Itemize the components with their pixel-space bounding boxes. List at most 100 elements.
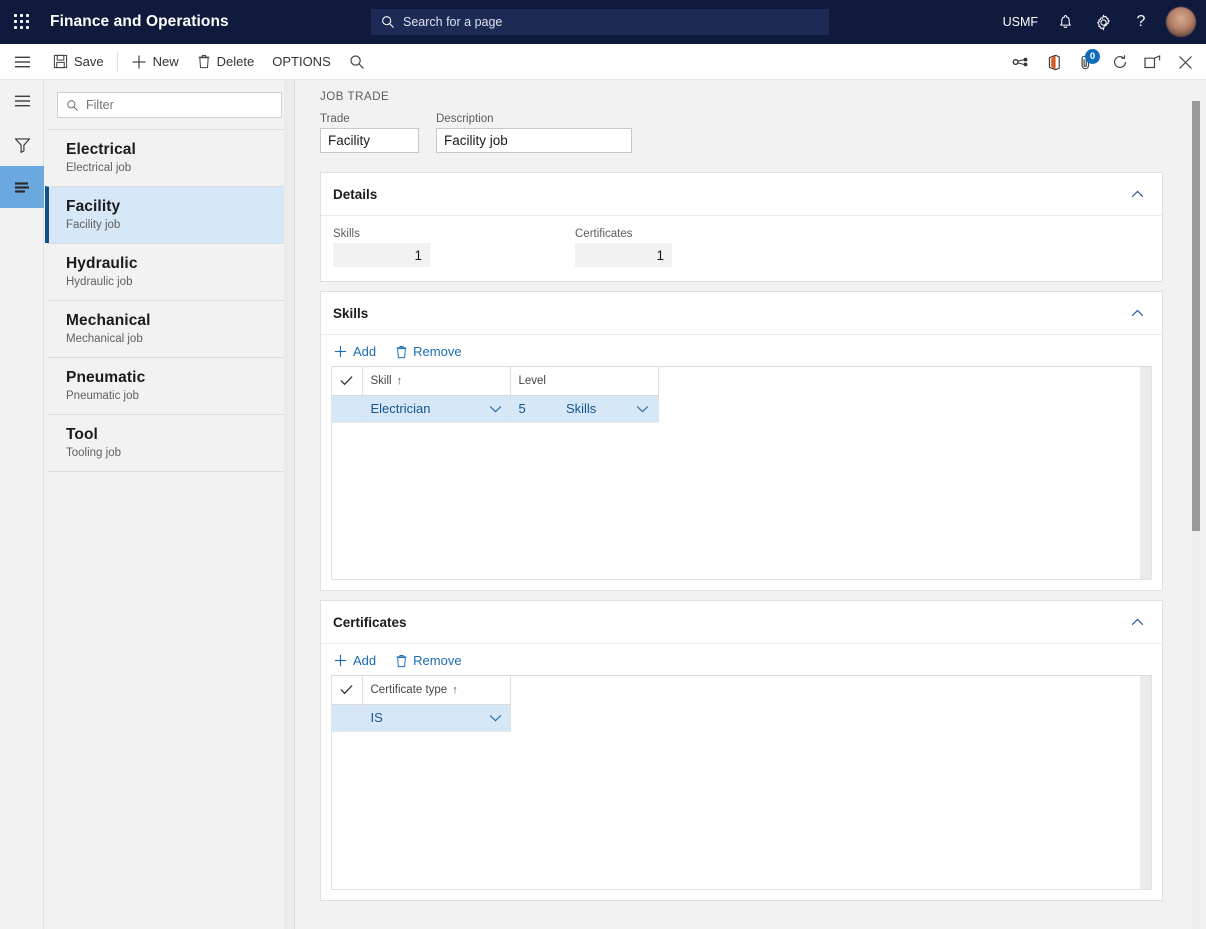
details-panel-body: Skills 1 Certificates 1: [321, 216, 1162, 281]
skills-panel: Skills Add Remove Skill ↑ Level Electric…: [320, 291, 1163, 591]
command-bar-right-group: 0: [1004, 44, 1202, 80]
skills-row-level-cell[interactable]: 5 Skills: [510, 395, 659, 423]
delete-button[interactable]: Delete: [188, 44, 264, 80]
command-bar: Save New Delete OPTIONS 0: [0, 44, 1206, 80]
skills-column-skill[interactable]: Skill ↑: [362, 367, 511, 396]
popout-button[interactable]: [1136, 44, 1169, 80]
skills-column-skill-label: Skill: [370, 374, 392, 387]
refresh-button[interactable]: [1103, 44, 1136, 80]
chevron-down-icon[interactable]: [489, 405, 502, 413]
list-item-hydraulic[interactable]: Hydraulic Hydraulic job: [45, 243, 294, 300]
filter-placeholder: Filter: [86, 98, 114, 112]
job-trade-list-panel: Filter Electrical Electrical job Facilit…: [45, 80, 295, 929]
share-button[interactable]: [1004, 44, 1037, 80]
new-button[interactable]: New: [122, 44, 188, 80]
skills-select-all-header[interactable]: [332, 367, 363, 396]
trade-field-group: Trade Facility: [320, 113, 419, 153]
trash-icon: [395, 654, 408, 668]
rail-menu-button[interactable]: [0, 80, 44, 122]
save-button[interactable]: Save: [44, 44, 113, 80]
chevron-up-icon[interactable]: [1131, 618, 1144, 626]
sidebar-scrollbar[interactable]: [284, 80, 294, 929]
plus-icon: [131, 54, 147, 70]
details-panel-header[interactable]: Details: [321, 173, 1162, 216]
chevron-down-icon[interactable]: [636, 405, 649, 413]
certificates-select-all-header[interactable]: [332, 676, 363, 705]
filter-row: Filter: [45, 80, 294, 129]
office-app-icon: [1046, 54, 1061, 71]
chevron-down-icon[interactable]: [489, 714, 502, 722]
attachments-button[interactable]: 0: [1070, 44, 1103, 80]
checkmark-icon: [332, 684, 362, 695]
skills-count-group: Skills 1: [333, 228, 575, 267]
filter-input[interactable]: Filter: [57, 92, 282, 118]
plus-icon: [333, 653, 348, 668]
list-item-tool[interactable]: Tool Tooling job: [45, 414, 294, 472]
help-icon: ?: [1136, 13, 1146, 30]
rail-list-panel-button[interactable]: [0, 166, 44, 208]
avatar[interactable]: [1166, 7, 1196, 37]
skills-row-skill-cell[interactable]: Electrician: [362, 395, 511, 423]
command-search-button[interactable]: [340, 44, 374, 80]
skills-remove-button[interactable]: Remove: [395, 344, 462, 359]
list-panel-icon: [13, 181, 31, 194]
certificates-panel-header[interactable]: Certificates: [321, 601, 1162, 644]
sort-ascending-icon: ↑: [452, 683, 458, 696]
filter-funnel-icon: [14, 137, 31, 153]
delete-label: Delete: [216, 54, 255, 69]
skills-row-select-cell[interactable]: [332, 395, 363, 423]
left-icon-rail: [0, 80, 44, 929]
list-item-pneumatic[interactable]: Pneumatic Pneumatic job: [45, 357, 294, 414]
certificates-grid-scrollbar[interactable]: [1140, 676, 1151, 889]
certificates-panel-body: Add Remove Certificate type ↑ IS: [321, 644, 1162, 900]
certificates-row-select-cell[interactable]: [332, 704, 363, 732]
app-launcher-button[interactable]: [0, 0, 44, 44]
certificates-row-type-cell[interactable]: IS: [362, 704, 511, 732]
skills-table: Skill ↑ Level Electrician 5 Skills: [332, 367, 659, 423]
table-row[interactable]: IS: [332, 704, 511, 732]
chevron-up-icon[interactable]: [1131, 190, 1144, 198]
list-item-mechanical[interactable]: Mechanical Mechanical job: [45, 300, 294, 357]
trash-icon: [197, 54, 211, 69]
skills-add-button[interactable]: Add: [333, 344, 376, 359]
options-label: OPTIONS: [272, 54, 331, 69]
list-item-title: Mechanical: [66, 312, 151, 329]
skills-grid-toolbar: Add Remove: [331, 339, 1152, 366]
notifications-button[interactable]: [1046, 0, 1084, 44]
skills-grid-scrollbar[interactable]: [1140, 367, 1151, 579]
page-scrollbar-thumb[interactable]: [1192, 101, 1200, 531]
skills-column-level-label: Level: [518, 374, 547, 387]
skills-panel-header[interactable]: Skills: [321, 292, 1162, 335]
options-button[interactable]: OPTIONS: [263, 44, 340, 80]
trade-input[interactable]: Facility: [320, 128, 419, 153]
search-icon: [381, 15, 395, 29]
global-search-input[interactable]: Search for a page: [371, 9, 829, 35]
command-separator: [116, 51, 118, 72]
skills-column-level[interactable]: Level: [510, 367, 659, 396]
certificates-add-button[interactable]: Add: [333, 653, 376, 668]
search-icon: [349, 54, 365, 70]
help-button[interactable]: ?: [1122, 0, 1160, 44]
certificates-count-group: Certificates 1: [575, 228, 817, 267]
waffle-icon: [14, 14, 30, 30]
company-selector[interactable]: USMF: [995, 0, 1046, 44]
page-header: JOB TRADE: [296, 80, 1206, 103]
new-label: New: [152, 54, 179, 69]
chevron-up-icon[interactable]: [1131, 309, 1144, 317]
rail-filter-button[interactable]: [0, 124, 44, 166]
office-apps-button[interactable]: [1037, 44, 1070, 80]
certificates-remove-button[interactable]: Remove: [395, 653, 462, 668]
list-item-title: Hydraulic: [66, 255, 138, 272]
list-item-facility[interactable]: Facility Facility job: [45, 186, 294, 243]
certificates-remove-label: Remove: [413, 653, 462, 668]
refresh-icon: [1112, 54, 1128, 70]
table-row[interactable]: Electrician 5 Skills: [332, 395, 659, 423]
page-scrollbar[interactable]: [1192, 101, 1200, 929]
list-item-electrical[interactable]: Electrical Electrical job: [45, 129, 294, 186]
application-window: Finance and Operations Search for a page…: [0, 0, 1206, 929]
close-button[interactable]: [1169, 44, 1202, 80]
certificates-column-type[interactable]: Certificate type ↑: [362, 676, 511, 705]
description-input[interactable]: Facility job: [436, 128, 632, 153]
navigation-menu-button[interactable]: [0, 44, 44, 80]
settings-button[interactable]: [1084, 0, 1122, 44]
